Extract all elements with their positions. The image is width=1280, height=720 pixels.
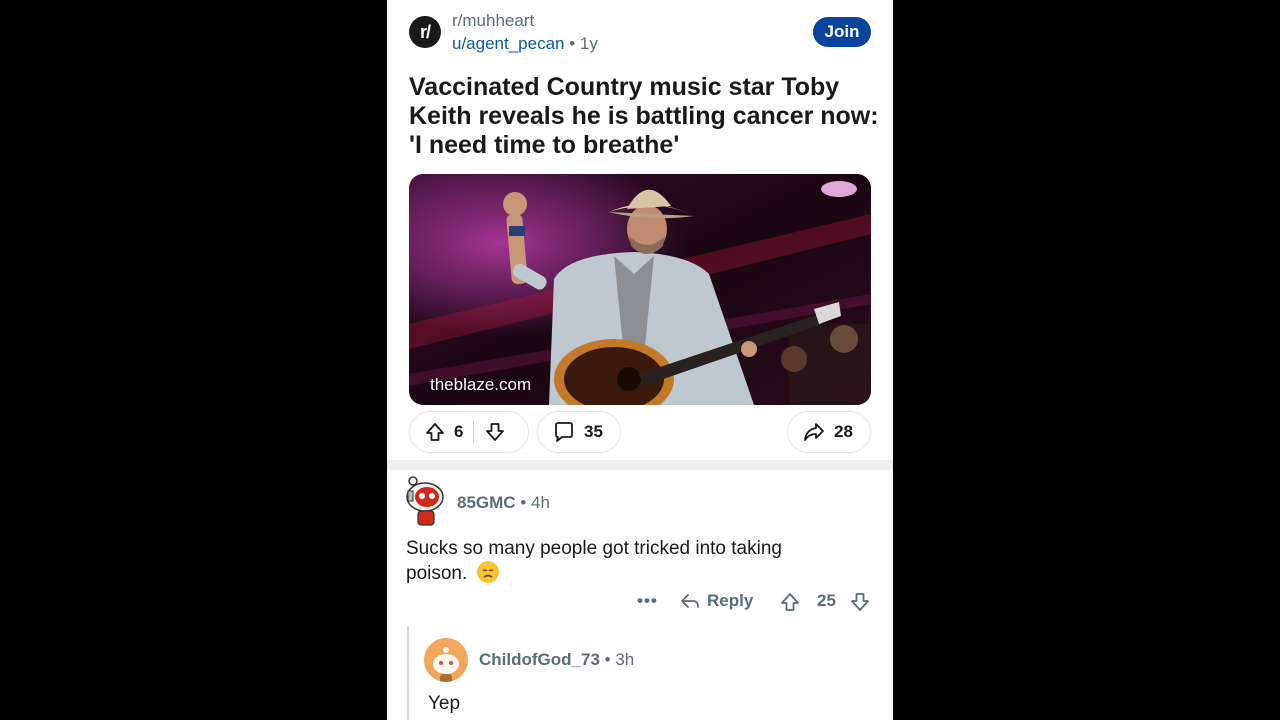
post-title[interactable]: Vaccinated Country music star Toby Keith…	[409, 73, 879, 160]
reply-meta: ChildofGod_73 • 3h	[479, 650, 634, 670]
subreddit-avatar[interactable]: r/	[409, 16, 441, 48]
comment-score: 25	[817, 591, 836, 610]
more-options-button[interactable]: •••	[637, 591, 658, 611]
comment-actions: ••• Reply 25	[387, 588, 893, 618]
comment-text: Sucks so many people got tricked into ta…	[406, 538, 782, 584]
meta-separator: •	[520, 493, 527, 512]
reply-body: Yep	[428, 693, 461, 714]
downvote-icon[interactable]	[484, 421, 506, 443]
link-domain: theblaze.com	[430, 375, 532, 394]
reddit-post-view: r/ r/muhheart u/agent_pecan • 1y Join Va…	[387, 0, 893, 720]
meta-separator: •	[604, 650, 611, 669]
comment-downvote-icon[interactable]	[849, 591, 871, 613]
comments-button[interactable]: 35	[537, 411, 621, 453]
section-divider	[387, 460, 893, 470]
subreddit-name[interactable]: r/muhheart	[452, 11, 534, 31]
post-age: 1y	[579, 34, 598, 53]
vote-pill: 6	[409, 411, 529, 453]
reply-icon	[679, 591, 701, 611]
upvote-icon[interactable]	[424, 421, 446, 443]
post-author-link[interactable]: u/agent_pecan	[452, 34, 565, 53]
thread-line[interactable]	[407, 626, 409, 720]
disappointed-face-icon	[476, 561, 499, 583]
comment-avatar[interactable]	[403, 475, 447, 527]
comment-body: Sucks so many people got tricked into ta…	[406, 536, 846, 586]
post-score: 6	[454, 422, 464, 441]
share-count: 28	[834, 422, 853, 441]
reply-label: Reply	[707, 591, 754, 610]
join-button[interactable]: Join	[813, 17, 871, 47]
share-button[interactable]: 28	[787, 411, 871, 453]
comment-author[interactable]: 85GMC	[457, 493, 516, 512]
share-icon	[802, 420, 826, 444]
reply-button[interactable]: Reply	[679, 591, 753, 611]
vote-divider	[473, 421, 475, 443]
concert-photo	[409, 174, 871, 405]
comment-icon	[552, 420, 576, 444]
reply-avatar[interactable]	[424, 638, 468, 682]
comment-meta: 85GMC • 4h	[457, 493, 550, 513]
post-meta: u/agent_pecan • 1y	[452, 34, 598, 54]
reply-author[interactable]: ChildofGod_73	[479, 650, 600, 669]
comment-count: 35	[584, 422, 603, 441]
comment-age: 4h	[531, 493, 550, 512]
link-preview-image[interactable]: theblaze.com	[409, 174, 871, 405]
meta-separator: •	[569, 34, 576, 53]
comment-upvote-icon[interactable]	[779, 591, 801, 613]
reply-age: 3h	[615, 650, 635, 669]
